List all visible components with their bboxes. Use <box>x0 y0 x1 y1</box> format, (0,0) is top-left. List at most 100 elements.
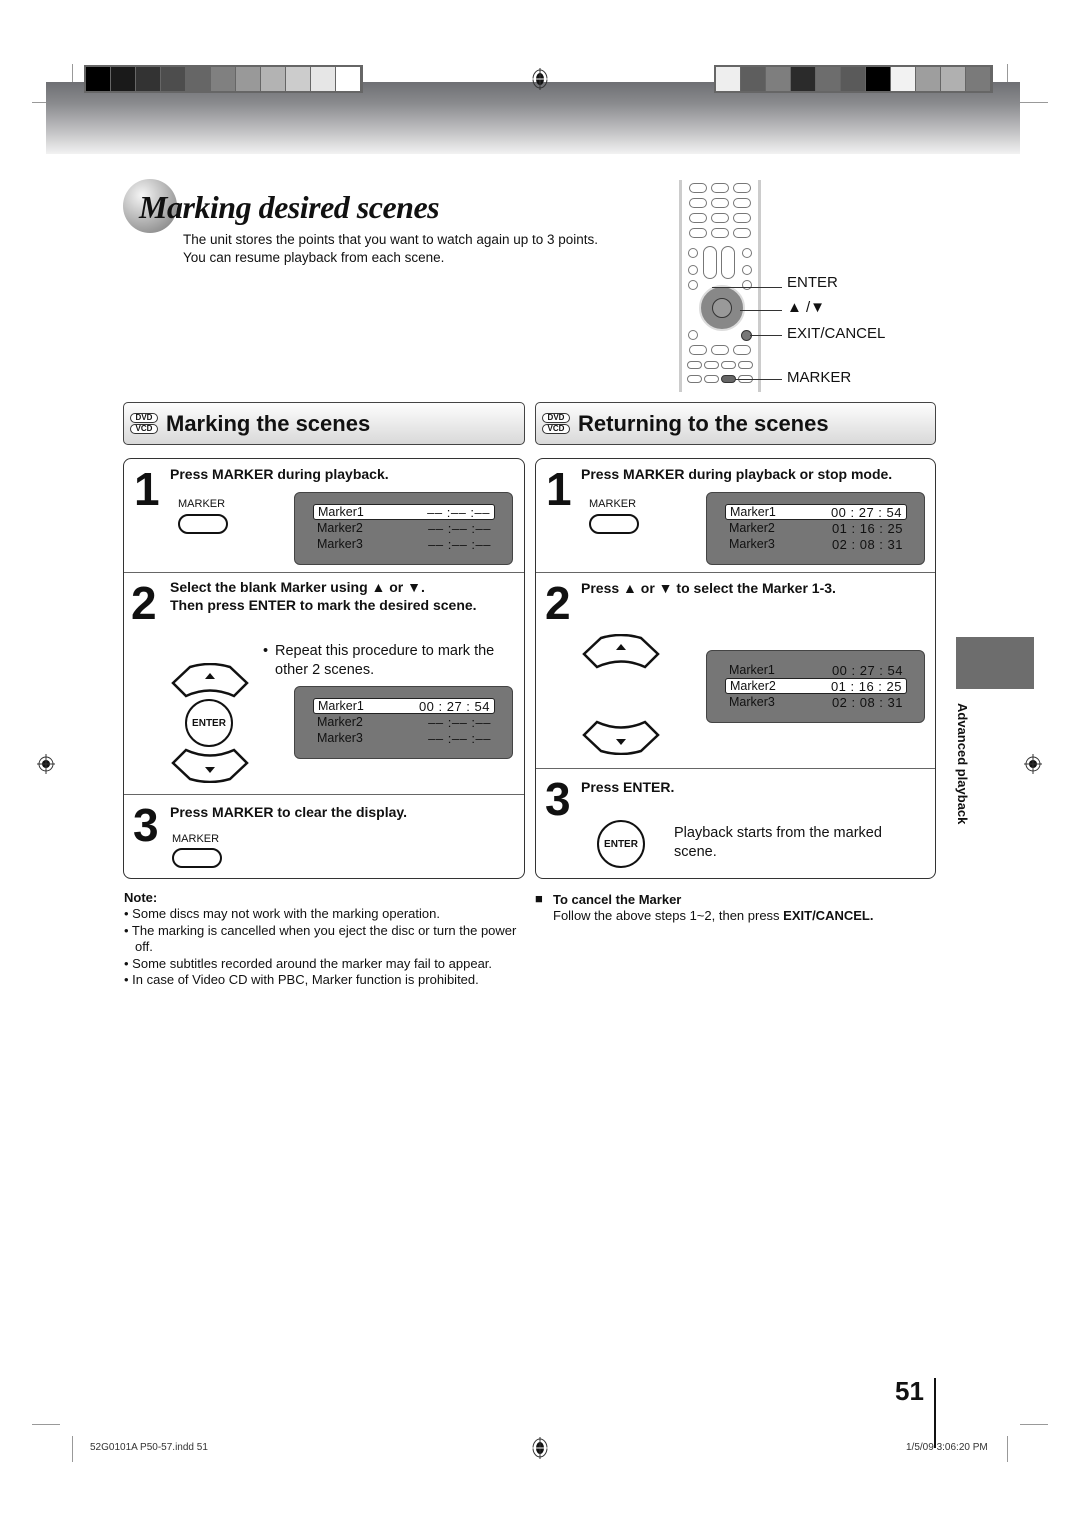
osd-row-selected: Marker1 00 : 27 : 54 <box>725 504 907 520</box>
leader-line <box>740 310 782 311</box>
osd-row: Marker3 02 : 08 : 31 <box>725 694 907 710</box>
color-bar-right <box>714 65 993 93</box>
marker-name: Marker2 <box>730 679 776 693</box>
step-instruction: Press MARKER to clear the display. <box>170 804 408 820</box>
note-item: • Some discs may not work with the marki… <box>124 906 440 921</box>
step-number: 3 <box>545 773 571 825</box>
step-number: 1 <box>546 463 572 515</box>
osd-row: Marker2 –– :–– :–– <box>313 714 495 730</box>
intro-text-line1: The unit stores the points that you want… <box>183 232 599 247</box>
color-swatch <box>236 67 261 91</box>
down-arrow-button-icon <box>171 748 249 783</box>
marker-time: 01 : 16 : 25 <box>831 520 903 536</box>
step-instruction: Press MARKER during playback or stop mod… <box>581 466 893 482</box>
color-swatch <box>916 67 941 91</box>
registration-mark-icon <box>1024 754 1042 774</box>
section-title: Returning to the scenes <box>578 410 829 436</box>
page-number-rule <box>934 1378 936 1448</box>
marker-button-label: MARKER <box>178 498 226 510</box>
color-swatch <box>336 67 361 91</box>
step-instruction-line1: Select the blank Marker using ▲ or ▼. <box>170 579 425 595</box>
marker-name: Marker3 <box>317 537 363 551</box>
registration-mark-icon <box>37 754 55 774</box>
step-divider <box>124 572 524 573</box>
chapter-tab <box>956 637 1034 689</box>
section-header-returning: DVD VCD Returning to the scenes <box>535 402 936 445</box>
step-divider <box>536 768 935 769</box>
step-number: 1 <box>134 463 160 515</box>
marker-name: Marker1 <box>729 663 775 677</box>
color-swatch <box>791 67 816 91</box>
crop-mark <box>1020 102 1048 103</box>
bullet-dot: • <box>263 643 269 659</box>
leader-line <box>735 379 782 380</box>
marker-osd: Marker1 00 : 27 : 54 Marker2 –– :–– :–– Mark… <box>294 686 513 759</box>
cancel-instruction: Follow the above steps 1~2, then press E… <box>553 908 873 923</box>
osd-row: Marker2 01 : 16 : 25 <box>725 520 907 536</box>
step-divider <box>536 572 935 573</box>
color-swatch <box>311 67 336 91</box>
marker-osd: Marker1 –– :–– :–– Marker2 –– :–– :–– Marker… <box>294 492 513 565</box>
marker-button-label: MARKER <box>172 833 220 845</box>
osd-row: Marker1 00 : 27 : 54 <box>725 662 907 678</box>
step-divider <box>124 794 524 795</box>
marker-osd: Marker1 00 : 27 : 54 Marker2 01 : 16 : 25 Ma… <box>706 650 925 723</box>
enter-button-icon: ENTER <box>597 820 645 868</box>
result-text-line1: Playback starts from the marked <box>674 825 882 841</box>
print-timestamp: 1/5/09 3:06:20 PM <box>906 1442 988 1453</box>
vcd-badge: VCD <box>130 424 158 434</box>
marker-key-icon <box>721 375 736 383</box>
remote-label-marker: MARKER <box>787 369 852 386</box>
bullet-text-line2: other 2 scenes. <box>275 662 375 678</box>
leader-line <box>712 287 782 288</box>
vcd-badge: VCD <box>542 424 570 434</box>
osd-row-selected: Marker1 –– :–– :–– <box>313 504 495 520</box>
step-instruction-line2: Then press ENTER to mark the desired sce… <box>170 597 477 613</box>
disc-type-badges: DVD VCD <box>542 413 570 434</box>
color-swatch <box>136 67 161 91</box>
section-title: Marking the scenes <box>166 410 371 436</box>
page-number: 51 <box>895 1376 924 1406</box>
osd-row: Marker3 –– :–– :–– <box>313 536 495 552</box>
crop-mark <box>1007 1436 1008 1462</box>
cancel-text: Follow the above steps 1~2, then press <box>553 908 784 923</box>
cancel-key: EXIT/CANCEL. <box>783 908 874 923</box>
remote-label-exit-cancel: EXIT/CANCEL <box>787 325 886 342</box>
step-number: 3 <box>133 799 159 851</box>
cancel-title: To cancel the Marker <box>553 892 682 907</box>
marker-button-icon <box>172 848 222 868</box>
remote-label-enter: ENTER <box>787 274 838 291</box>
marker-button-label: MARKER <box>589 498 637 510</box>
disc-type-badges: DVD VCD <box>130 413 158 434</box>
note-item: • Some subtitles recorded around the mar… <box>124 955 493 971</box>
note-item: • The marking is cancelled when you ejec… <box>124 922 517 955</box>
bullet-text-line1: Repeat this procedure to mark the <box>275 643 495 659</box>
marker-button-icon <box>589 514 639 534</box>
marker-time: 02 : 08 : 31 <box>831 694 903 710</box>
color-bar-left <box>84 65 363 93</box>
step-instruction: Press MARKER during playback. <box>170 466 389 482</box>
marker-name: Marker2 <box>317 521 363 535</box>
marker-time: 00 : 27 : 54 <box>830 504 902 520</box>
marker-time: 02 : 08 : 31 <box>831 536 903 552</box>
marker-time: –– :–– :–– <box>428 520 491 536</box>
step-number: 2 <box>131 577 157 629</box>
marker-name: Marker2 <box>729 521 775 535</box>
osd-row-selected: Marker1 00 : 27 : 54 <box>313 698 495 714</box>
marker-time: –– :–– :–– <box>427 504 490 520</box>
color-swatch <box>211 67 236 91</box>
dvd-badge: DVD <box>542 413 570 423</box>
enter-button-icon: ENTER <box>185 699 233 747</box>
color-swatch <box>816 67 841 91</box>
marker-button-icon <box>178 514 228 534</box>
color-swatch <box>741 67 766 91</box>
marker-name: Marker2 <box>317 715 363 729</box>
color-swatch <box>941 67 966 91</box>
marker-time: 01 : 16 : 25 <box>830 678 902 694</box>
color-swatch <box>866 67 891 91</box>
osd-row: Marker2 –– :–– :–– <box>313 520 495 536</box>
crop-mark <box>32 1424 60 1425</box>
up-arrow-button-icon <box>171 663 249 698</box>
square-bullet-icon: ■ <box>535 891 543 906</box>
down-arrow-button-icon <box>582 720 660 755</box>
